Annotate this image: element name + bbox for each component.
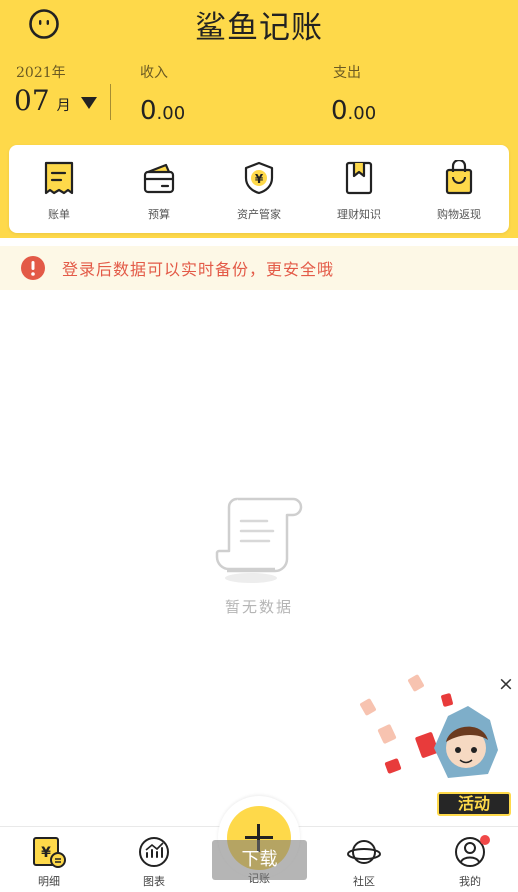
notification-dot xyxy=(480,835,490,845)
toolbar-label: 预算 xyxy=(148,208,170,221)
tab-label: 明细 xyxy=(38,875,60,888)
tab-label: 社区 xyxy=(353,875,375,888)
login-banner[interactable]: 登录后数据可以实时备份，更安全哦 xyxy=(0,246,518,290)
toolbar-label: 资产管家 xyxy=(237,208,281,221)
toolbar-label: 理财知识 xyxy=(337,208,381,221)
alert-icon xyxy=(21,256,45,280)
bookmark-icon xyxy=(345,161,373,195)
tab-detail[interactable]: ¥ 明细 xyxy=(19,835,79,889)
toolbar-label: 账单 xyxy=(48,208,70,221)
tab-chart[interactable]: 图表 xyxy=(124,835,184,889)
bill-icon xyxy=(44,161,74,195)
empty-scroll-icon xyxy=(215,497,303,583)
app-title: 鲨鱼记账 xyxy=(195,10,323,46)
income-label: 收入 xyxy=(140,65,168,81)
tab-community[interactable]: 社区 xyxy=(334,835,394,889)
toolbar-item-bill[interactable]: 账单 xyxy=(9,145,109,233)
banner-text: 登录后数据可以实时备份，更安全哦 xyxy=(62,260,335,279)
toolbar-label: 购物返现 xyxy=(437,208,481,221)
tab-label: 我的 xyxy=(459,875,481,888)
toolbar-item-cashback[interactable]: 购物返现 xyxy=(409,145,509,233)
tab-profile[interactable]: 我的 xyxy=(440,835,500,889)
shield-yen-icon: ¥ xyxy=(244,161,274,195)
chart-icon xyxy=(139,837,169,867)
planet-icon xyxy=(347,840,381,864)
tab-label: 图表 xyxy=(143,875,165,888)
toolbar-item-assets[interactable]: ¥ 资产管家 xyxy=(209,145,309,233)
download-overlay-button[interactable]: 下载 xyxy=(212,840,307,880)
empty-state-text: 暂无数据 xyxy=(224,598,293,616)
close-icon[interactable]: × xyxy=(496,674,516,694)
caret-down-icon xyxy=(80,97,97,109)
toolbar: 账单 预算 ¥ 资产管家 理财知识 购物返现 xyxy=(9,145,509,233)
year-label[interactable]: 2021年 xyxy=(16,62,66,82)
detail-icon: ¥ xyxy=(33,837,66,868)
expense-value: 0.00 xyxy=(331,96,377,126)
promo-badge[interactable]: 活动 xyxy=(437,792,511,816)
month-value: 07 xyxy=(14,84,50,117)
shopping-bag-icon xyxy=(445,160,473,195)
income-value: 0.00 xyxy=(140,96,186,126)
svg-text:¥: ¥ xyxy=(255,172,264,186)
divider xyxy=(110,84,111,120)
toolbar-item-knowledge[interactable]: 理财知识 xyxy=(309,145,409,233)
expense-label: 支出 xyxy=(333,65,361,81)
svg-text:¥: ¥ xyxy=(41,845,51,861)
toolbar-item-budget[interactable]: 预算 xyxy=(109,145,209,233)
wallet-icon xyxy=(143,163,175,194)
month-selector[interactable]: 07 月 xyxy=(14,84,97,122)
month-unit: 月 xyxy=(56,98,71,114)
